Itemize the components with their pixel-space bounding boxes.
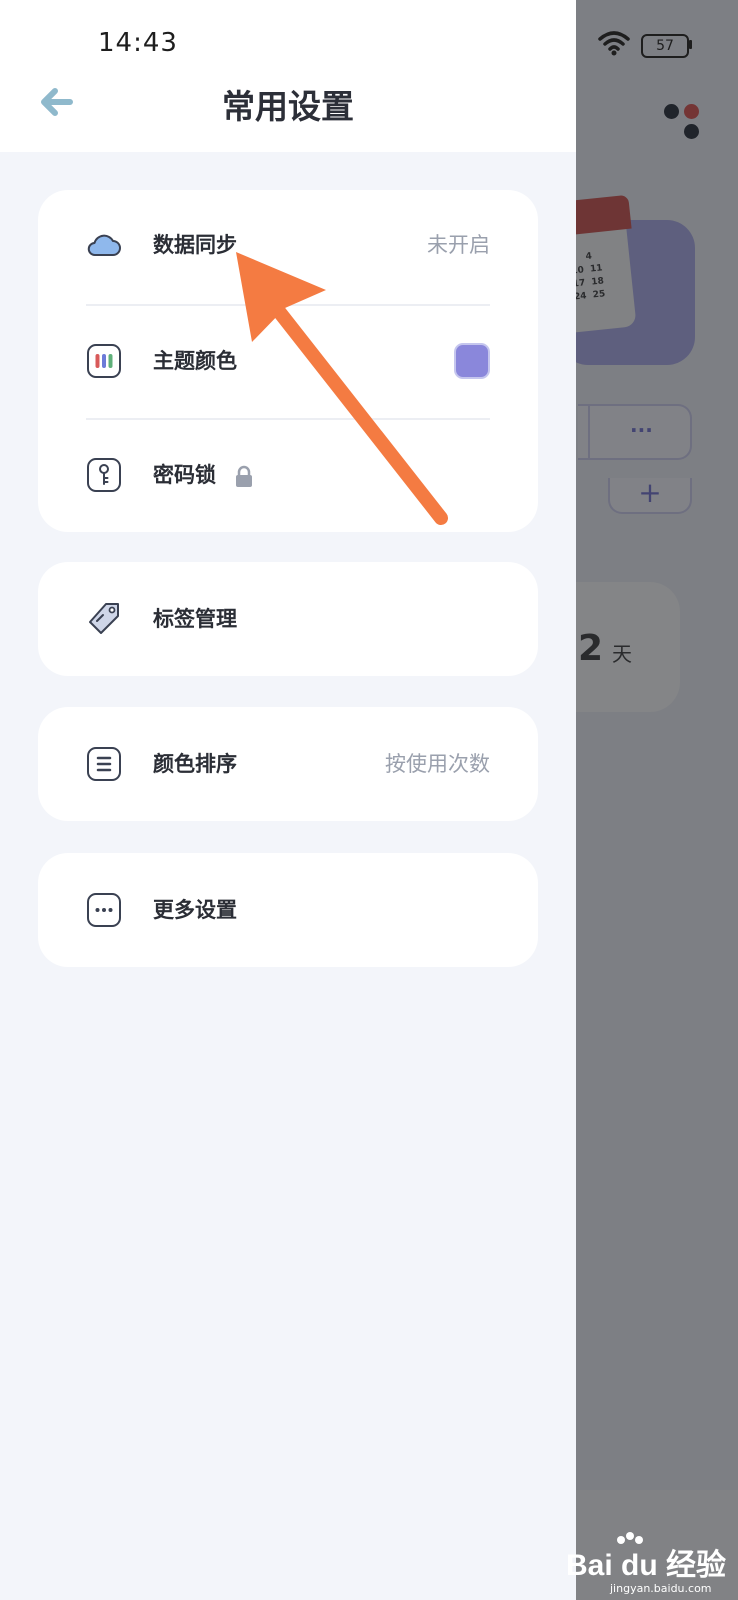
lock-icon bbox=[236, 465, 252, 487]
settings-group-sync: 数据同步 未开启 主题颜色 密码锁 bbox=[38, 190, 538, 532]
cloud-icon bbox=[87, 234, 121, 256]
row-label: 密码锁 bbox=[153, 463, 216, 487]
wifi-icon bbox=[598, 31, 630, 56]
row-tag-management[interactable]: 标签管理 bbox=[38, 564, 538, 674]
drawer-header: 14:43 常用设置 bbox=[0, 0, 576, 152]
row-label: 颜色排序 bbox=[153, 752, 237, 776]
settings-group-tags: 标签管理 bbox=[38, 562, 538, 676]
row-password-lock[interactable]: 密码锁 bbox=[38, 420, 538, 530]
settings-group-more: 更多设置 bbox=[38, 853, 538, 967]
watermark-url: jingyan.baidu.com bbox=[610, 1582, 712, 1595]
row-label: 标签管理 bbox=[153, 607, 237, 631]
row-data-sync[interactable]: 数据同步 未开启 bbox=[38, 190, 538, 300]
row-label: 更多设置 bbox=[153, 898, 237, 922]
list-icon bbox=[87, 747, 121, 781]
key-icon bbox=[87, 458, 121, 492]
watermark-text: Bai du 经验 bbox=[566, 1549, 727, 1582]
more-icon bbox=[87, 893, 121, 927]
theme-color-swatch[interactable] bbox=[454, 343, 490, 379]
row-label: 数据同步 bbox=[153, 233, 237, 257]
row-label: 主题颜色 bbox=[153, 349, 237, 373]
page-title: 常用设置 bbox=[222, 87, 354, 126]
status-time: 14:43 bbox=[98, 28, 178, 58]
row-value: 未开启 bbox=[427, 233, 490, 257]
tag-icon bbox=[89, 603, 119, 634]
row-value: 按使用次数 bbox=[385, 752, 490, 776]
battery-icon: 57 bbox=[641, 34, 689, 58]
settings-drawer: 14:43 常用设置 数据同步 未开启 主题颜色 密码锁 标签管理 颜色排序 按… bbox=[0, 0, 576, 1600]
palette-icon bbox=[87, 344, 121, 378]
row-theme-color[interactable]: 主题颜色 bbox=[38, 306, 538, 416]
row-more-settings[interactable]: 更多设置 bbox=[38, 855, 538, 965]
row-color-sort[interactable]: 颜色排序 按使用次数 bbox=[38, 709, 538, 819]
battery-tip bbox=[689, 40, 692, 49]
settings-group-sort: 颜色排序 按使用次数 bbox=[38, 707, 538, 821]
